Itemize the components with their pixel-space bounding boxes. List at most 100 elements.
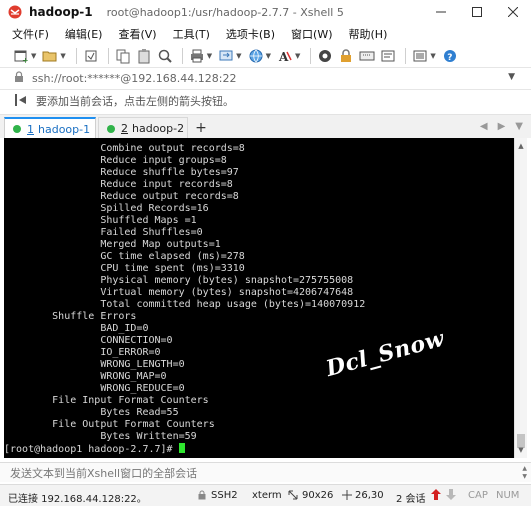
compose-scroll-down-icon[interactable]: ▼ (522, 473, 527, 481)
maximize-icon[interactable] (459, 0, 495, 24)
font-dropdown-icon[interactable]: ▼ (295, 52, 300, 60)
toolbar-separator (181, 47, 183, 64)
toolbar-separator (75, 47, 77, 64)
terminal-line: WRONG_REDUCE=0 (4, 383, 185, 394)
menu-tools[interactable]: 工具(T) (173, 26, 210, 42)
terminal-prompt-line: [root@hadoop1 hadoop-2.7.7]# (4, 443, 514, 455)
download-arrow-icon (446, 489, 456, 503)
close-icon[interactable] (495, 0, 531, 24)
address-input[interactable]: ssh://root:******@192.168.44.128:22 (32, 72, 237, 85)
fullscreen-icon[interactable] (411, 47, 429, 65)
terminal-line: Shuffle Errors (4, 311, 137, 322)
open-folder-icon[interactable] (41, 47, 59, 65)
print-icon[interactable] (188, 47, 206, 65)
terminal-size: 90x26 (302, 490, 334, 501)
menu-file[interactable]: 文件(F) (12, 26, 49, 42)
menu-help[interactable]: 帮助(H) (349, 26, 388, 42)
terminal-line: Physical memory (bytes) snapshot=2757550… (4, 275, 354, 286)
paste-icon[interactable] (135, 47, 153, 65)
xshell-logo-icon (7, 4, 23, 20)
address-bar: ssh://root:******@192.168.44.128:22 ▼ (0, 68, 531, 90)
globe-dropdown-icon[interactable]: ▼ (266, 52, 271, 60)
terminal-line: WRONG_LENGTH=0 (4, 359, 185, 370)
terminal-line: Spilled Records=16 (4, 203, 209, 214)
terminal-line: Bytes Written=59 (4, 431, 197, 442)
tab-next-icon[interactable]: ▶ (498, 121, 506, 132)
reconnect-icon[interactable] (82, 47, 100, 65)
add-tab-icon[interactable]: + (192, 119, 210, 137)
tab-bar: 1 hadoop-1 2 hadoop-2 + ◀ ▶ ▼ (0, 114, 531, 139)
toolbar-separator (107, 47, 109, 64)
terminal-line: Reduce output records=8 (4, 191, 239, 202)
terminal-line: File Output Format Counters (4, 419, 215, 430)
compose-input[interactable]: 发送文本到当前Xshell窗口的全部会话 (10, 465, 197, 481)
font-icon[interactable]: A (276, 47, 294, 65)
menu-window[interactable]: 窗口(W) (291, 26, 332, 42)
terminal-line: GC time elapsed (ms)=278 (4, 251, 245, 262)
menu-tabs[interactable]: 选项卡(B) (226, 26, 275, 42)
compose-scroll-up-icon[interactable]: ▲ (522, 465, 527, 473)
lock-address-icon (14, 71, 24, 86)
ssh-lock-icon (198, 490, 206, 503)
resize-icon (288, 490, 298, 503)
open-dropdown-icon[interactable]: ▼ (60, 52, 65, 60)
compose-bar[interactable]: 发送文本到当前Xshell窗口的全部会话 ▲ ▼ (0, 462, 531, 482)
menu-edit[interactable]: 编辑(E) (65, 26, 103, 42)
toolbar-separator (310, 47, 312, 64)
tab-navigation: ◀ ▶ ▼ (480, 121, 523, 132)
address-dropdown-icon[interactable]: ▼ (508, 72, 515, 82)
title-bar: hadoop-1 root@hadoop1:/usr/hadoop-2.7.7 … (0, 0, 531, 24)
terminal-line: File Input Format Counters (4, 395, 209, 406)
xftp-icon[interactable] (316, 47, 334, 65)
toolbar: + ▼ ▼ ▼ ▼ ▼ A ▼ ▼ ? (0, 44, 531, 68)
menu-bar: 文件(F) 编辑(E) 查看(V) 工具(T) 选项卡(B) 窗口(W) 帮助(… (0, 24, 531, 44)
terminal-line: Reduce input groups=8 (4, 155, 227, 166)
terminal-line: Bytes Read=55 (4, 407, 179, 418)
keyboard-icon[interactable] (358, 47, 376, 65)
print-dropdown-icon[interactable]: ▼ (207, 52, 212, 60)
scroll-down-icon[interactable]: ▼ (515, 444, 527, 456)
globe-icon[interactable] (247, 47, 265, 65)
terminal-lines: Combine output records=8 Reduce input gr… (4, 143, 514, 443)
tab-list-icon[interactable]: ▼ (515, 121, 523, 132)
terminal-line: Combine output records=8 (4, 143, 245, 154)
upload-arrow-icon (431, 489, 441, 503)
compose-scroll: ▲ ▼ (522, 465, 527, 481)
terminal-line: Failed Shuffles=0 (4, 227, 203, 238)
window-path: root@hadoop1:/usr/hadoop-2.7.7 - Xshell … (106, 5, 344, 19)
help-icon[interactable]: ? (441, 47, 459, 65)
fullscreen-dropdown-icon[interactable]: ▼ (430, 52, 435, 60)
add-session-arrow-icon[interactable] (14, 93, 28, 110)
tab-label: hadoop-1 (38, 122, 91, 136)
num-lock-indicator: NUM (496, 490, 520, 501)
terminal-line: Shuffled Maps =1 (4, 215, 197, 226)
scroll-up-icon[interactable]: ▲ (515, 140, 527, 152)
copy-icon[interactable] (114, 47, 132, 65)
tab-hadoop-1[interactable]: 1 hadoop-1 (4, 117, 96, 139)
find-icon[interactable] (156, 47, 174, 65)
lock-icon[interactable] (337, 47, 355, 65)
status-bar: 已连接 192.168.44.128:22。 SSH2 xterm 90x26 … (0, 484, 531, 506)
terminal-output[interactable]: Combine output records=8 Reduce input gr… (4, 138, 514, 458)
terminal-line: Reduce shuffle bytes=97 (4, 167, 239, 178)
new-session-dropdown-icon[interactable]: ▼ (31, 52, 36, 60)
tab-number: 2 (121, 122, 128, 135)
tab-hadoop-2[interactable]: 2 hadoop-2 (98, 117, 188, 139)
terminal-cursor (178, 443, 185, 453)
transfer-icon[interactable] (217, 47, 235, 65)
connected-status-icon (107, 124, 115, 133)
terminal-line: Total committed heap usage (bytes)=14007… (4, 299, 366, 310)
connection-status: 已连接 192.168.44.128:22。 (8, 494, 147, 505)
terminal-line: CPU time spent (ms)=3310 (4, 263, 245, 274)
new-session-icon[interactable]: + (12, 47, 30, 65)
transfer-dropdown-icon[interactable]: ▼ (236, 52, 241, 60)
minimize-icon[interactable] (423, 0, 459, 24)
window-controls (423, 0, 531, 24)
menu-view[interactable]: 查看(V) (118, 26, 156, 42)
svg-text:?: ? (447, 53, 452, 63)
compose-icon[interactable] (379, 47, 397, 65)
terminal-scrollbar[interactable]: ▲ ▼ (514, 138, 527, 458)
tab-prev-icon[interactable]: ◀ (480, 121, 488, 132)
terminal-prompt: [root@hadoop1 hadoop-2.7.7]# (4, 444, 179, 455)
terminal-line: Reduce input records=8 (4, 179, 233, 190)
